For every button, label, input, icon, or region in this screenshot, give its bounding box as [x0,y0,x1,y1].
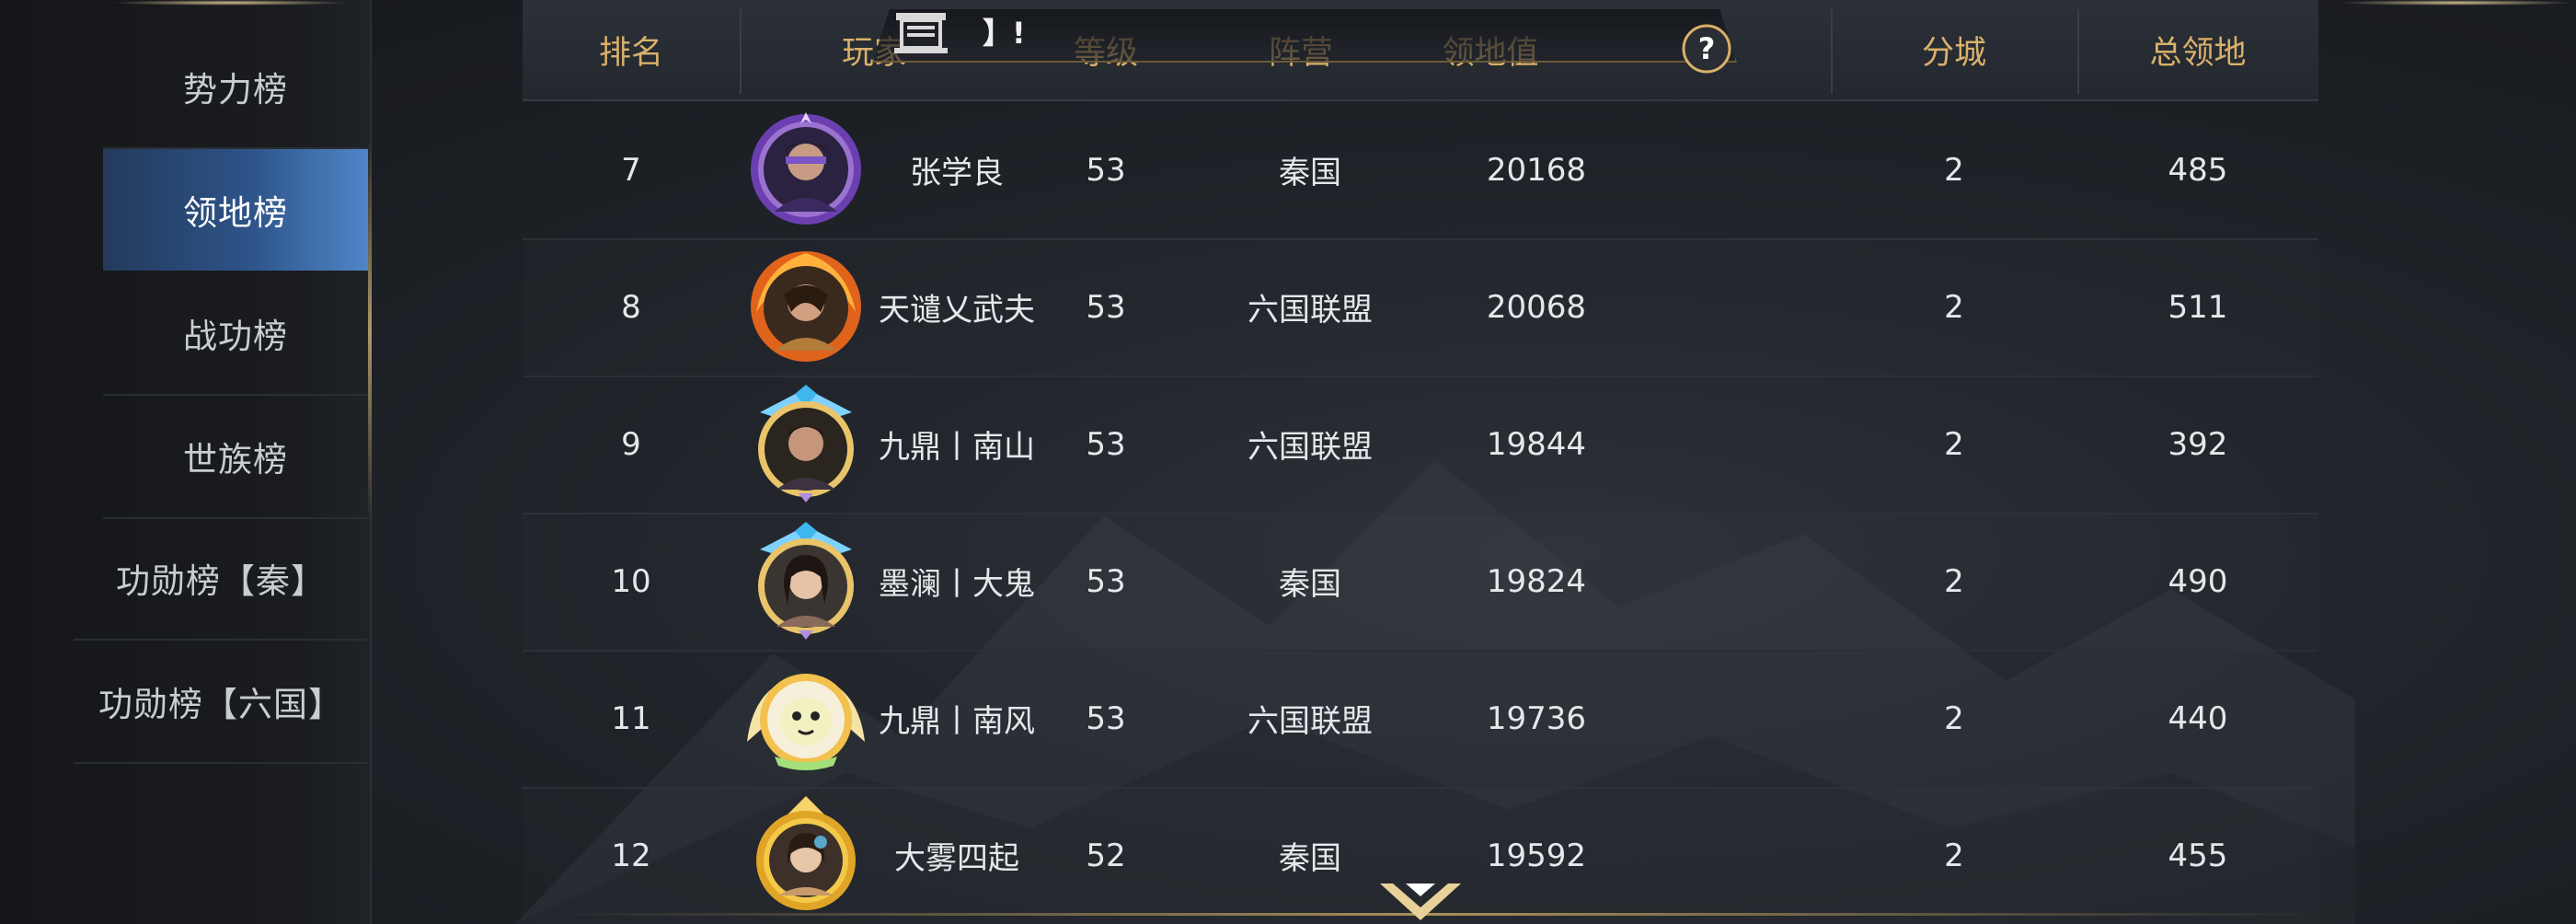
territory-value-cell: 20068 [1486,288,1587,326]
header-branch-city: 分城 [1921,34,1986,72]
branch-city-cell: 2 [1944,562,1964,600]
branch-city-cell: 2 [1944,425,1964,463]
level-cell: 53 [1086,562,1126,600]
branch-city-cell: 2 [1944,151,1964,189]
golden-wing-avatar-icon[interactable] [747,659,865,777]
level-cell: 52 [1086,837,1126,874]
table-row[interactable]: 7 张学良 53 秦国 20168 2 485 [523,101,2318,240]
header-rank: 排名 [598,34,663,72]
total-territory-cell: 490 [2168,562,2228,600]
branch-city-cell: 2 [1944,288,1964,326]
total-territory-cell: 455 [2168,837,2228,874]
gold-crest-avatar-icon[interactable] [747,796,865,914]
branch-city-cell: 2 [1944,837,1964,874]
rank-cell: 8 [621,288,641,326]
territory-value-cell: 19844 [1486,425,1587,463]
camp-cell: 六国联盟 [1248,292,1373,329]
table-row[interactable]: 11 九鼎丨南风 53 六国联盟 19736 2 440 [523,650,2318,789]
svg-text:?: ? [1698,31,1716,66]
total-territory-cell: 440 [2168,699,2228,737]
level-cell: 53 [1086,425,1126,463]
sidebar-item-merit-ranking[interactable]: 战功榜 [103,272,368,396]
sidebar-item-territory-ranking[interactable]: 领地榜 [103,149,368,271]
rank-cell: 10 [611,562,651,600]
rank-cell: 7 [621,151,641,189]
table-row[interactable]: 10 墨澜丨大鬼 53 秦国 19824 2 490 [523,513,2318,652]
title-text: 】! [983,16,1026,51]
rank-cell: 11 [611,699,651,737]
territory-value-cell: 19736 [1486,699,1587,737]
level-cell: 53 [1086,151,1126,189]
territory-value-cell: 20168 [1486,151,1587,189]
camp-cell: 秦国 [1279,155,1341,191]
notice-board-icon[interactable] [894,11,948,57]
help-icon[interactable]: ? [1682,24,1731,74]
table-row[interactable]: 9 九鼎丨南山 53 六国联盟 19844 2 392 [523,375,2318,514]
crystal-frame-avatar-icon[interactable] [747,522,865,640]
camp-cell: 六国联盟 [1248,429,1373,466]
camp-cell: 秦国 [1279,566,1341,603]
ranking-table: 排名 玩家 等级 阵营 领地值 分城 总领地 7 张学良 [523,0,2318,924]
sidebar-item-clan-ranking[interactable]: 世族榜 [103,396,368,519]
fire-frame-avatar-icon[interactable] [747,248,865,365]
total-territory-cell: 511 [2168,288,2228,326]
rank-cell: 9 [621,425,641,463]
level-cell: 53 [1086,288,1126,326]
corner-glow [2337,0,2576,6]
sidebar-item-honor-qin[interactable]: 功勋榜【秦】 [74,517,368,641]
sidebar-glow [368,138,372,525]
level-cell: 53 [1086,699,1126,737]
corner-glow [110,0,350,6]
crystal-frame-avatar-icon[interactable] [747,385,865,502]
chevron-down-icon[interactable] [1374,880,1466,924]
total-territory-cell: 392 [2168,425,2228,463]
table-row[interactable]: 8 天谴乂武夫 53 六国联盟 20068 2 511 [523,238,2318,377]
camp-cell: 六国联盟 [1248,703,1373,740]
total-territory-cell: 485 [2168,151,2228,189]
leaderboard-screen: 势力榜 领地榜 战功榜 世族榜 功勋榜【秦】 功勋榜【六国】 排名 玩家 等级 … [0,0,2576,924]
branch-city-cell: 2 [1944,699,1964,737]
purple-frame-avatar-icon[interactable] [747,110,865,228]
sidebar-item-honor-six-states[interactable]: 功勋榜【六国】 [74,641,368,764]
rank-cell: 12 [611,837,651,874]
header-total-territory: 总领地 [2149,34,2247,72]
territory-value-cell: 19824 [1486,562,1587,600]
sidebar-item-power-ranking[interactable]: 势力榜 [103,26,368,149]
